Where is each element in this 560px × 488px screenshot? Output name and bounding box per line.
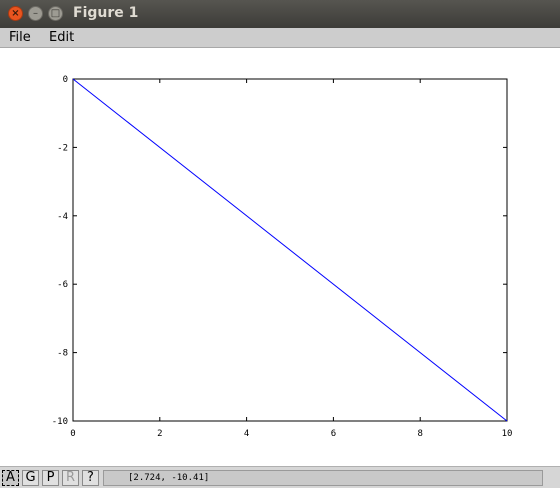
status-bar: A G P R? [2.724, -10.41] bbox=[0, 466, 560, 488]
x-tick-label: 0 bbox=[70, 429, 75, 439]
grid-button[interactable]: G bbox=[22, 470, 39, 486]
y-tick-label: -2 bbox=[57, 143, 68, 153]
y-tick-label: 0 bbox=[63, 75, 68, 85]
rotate-button: R bbox=[62, 470, 79, 486]
x-tick-label: 6 bbox=[331, 429, 336, 439]
y-tick-label: -8 bbox=[57, 349, 68, 359]
minimize-icon[interactable]: – bbox=[28, 6, 43, 21]
coordinate-readout: [2.724, -10.41] bbox=[103, 470, 543, 486]
title-bar: × – □ Figure 1 bbox=[0, 0, 560, 28]
y-tick-label: -4 bbox=[57, 212, 68, 222]
maximize-icon[interactable]: □ bbox=[48, 6, 63, 21]
autoscale-button[interactable]: A bbox=[2, 470, 19, 486]
y-tick-label: -10 bbox=[52, 417, 68, 427]
y-tick-label: -6 bbox=[57, 280, 68, 290]
menu-bar: File Edit bbox=[0, 28, 560, 48]
plot-area[interactable]: 0 2 4 6 8 10 0 -2 -4 -6 -8 -10 bbox=[0, 48, 560, 466]
help-button[interactable]: ? bbox=[82, 470, 99, 486]
x-tick-label: 4 bbox=[244, 429, 249, 439]
menu-file[interactable]: File bbox=[9, 30, 31, 45]
x-tick-label: 2 bbox=[157, 429, 162, 439]
close-icon[interactable]: × bbox=[8, 6, 23, 21]
pan-button[interactable]: P bbox=[42, 470, 59, 486]
x-tick-label: 10 bbox=[502, 429, 513, 439]
x-tick-label: 8 bbox=[417, 429, 422, 439]
menu-edit[interactable]: Edit bbox=[49, 30, 74, 45]
window-title: Figure 1 bbox=[73, 5, 139, 21]
